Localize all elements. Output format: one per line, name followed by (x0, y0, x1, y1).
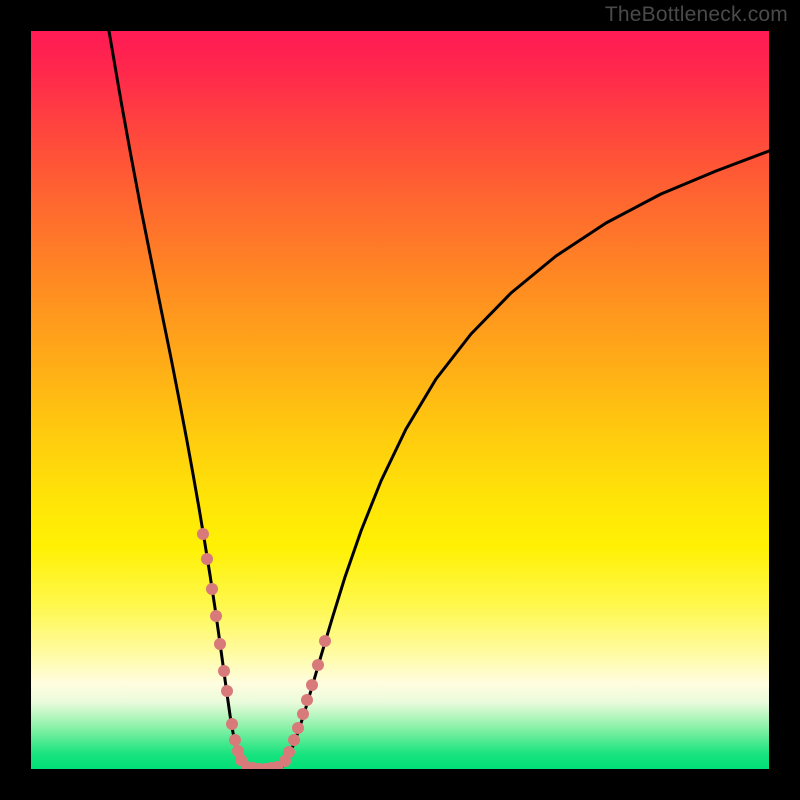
data-point (197, 528, 209, 540)
curve-right-branch (281, 151, 769, 768)
chart-svg (31, 31, 769, 769)
data-point (312, 659, 324, 671)
data-point (288, 734, 300, 746)
data-point (301, 694, 313, 706)
plot-area (31, 31, 769, 769)
data-point (221, 685, 233, 697)
data-point (292, 722, 304, 734)
data-point (229, 734, 241, 746)
data-point (210, 610, 222, 622)
watermark-text: TheBottleneck.com (605, 3, 788, 27)
data-point (297, 708, 309, 720)
chart-frame: TheBottleneck.com (0, 0, 800, 800)
data-point (206, 583, 218, 595)
data-point (319, 635, 331, 647)
data-point (214, 638, 226, 650)
data-point (201, 553, 213, 565)
data-point (218, 665, 230, 677)
data-point (306, 679, 318, 691)
data-point (226, 718, 238, 730)
curve-left-branch (109, 31, 245, 768)
data-point (283, 746, 295, 758)
